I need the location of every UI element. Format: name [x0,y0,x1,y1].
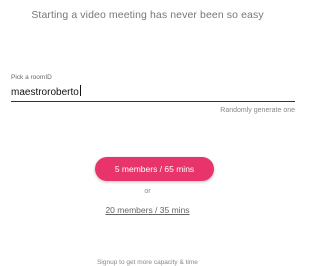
meeting-start-page: Starting a video meeting has never been … [0,0,295,266]
room-id-value: maestroroberto [11,87,79,98]
room-id-input[interactable]: maestroroberto [11,85,81,100]
start-meeting-button[interactable]: 5 members / 65 mins [95,157,214,181]
alternative-plan-link[interactable]: 20 members / 35 mins [0,205,295,215]
tagline: Starting a video meeting has never been … [31,9,264,21]
signup-note[interactable]: Signup to get more capacity & time [0,259,295,266]
or-separator: or [144,188,151,195]
text-caret [79,85,81,96]
random-generate-link[interactable]: Randomly generate one [220,107,295,114]
room-id-label: Pick a roomID [11,74,52,81]
room-id-field[interactable]: maestroroberto [11,85,295,102]
